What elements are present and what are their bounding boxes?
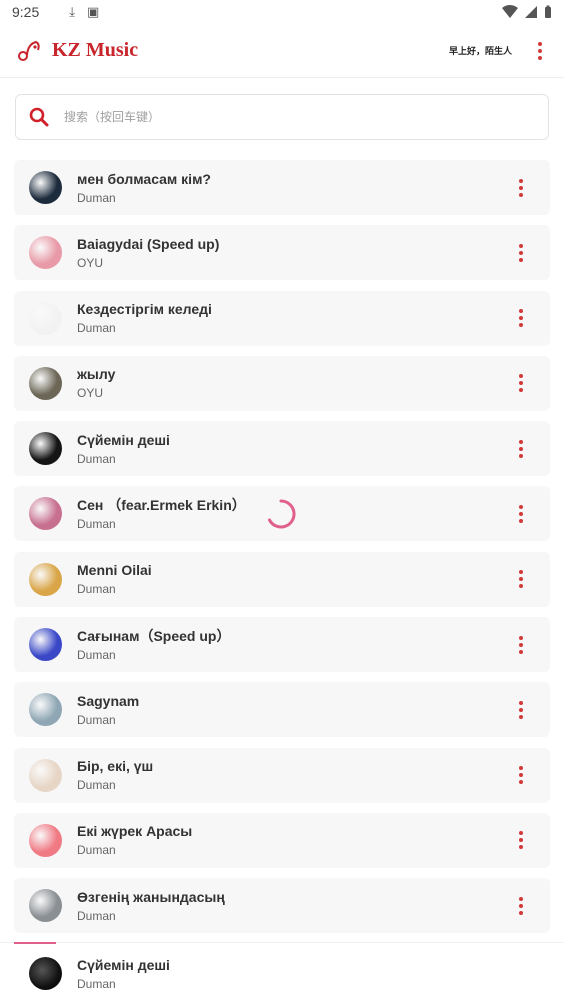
more-vertical-icon[interactable] <box>516 700 526 719</box>
playback-progress[interactable] <box>14 942 56 944</box>
song-item[interactable]: Baiagydai (Speed up) OYU <box>14 225 550 281</box>
album-cover <box>29 823 62 857</box>
album-cover <box>29 562 62 596</box>
album-cover <box>29 366 62 400</box>
song-title: Baiagydai (Speed up) <box>77 235 220 252</box>
now-playing-bar[interactable]: Сүйемін деші Duman <box>0 942 564 1004</box>
battery-icon <box>545 5 551 18</box>
song-item[interactable]: мен болмасам кім? Duman <box>14 160 550 215</box>
more-vertical-icon[interactable] <box>516 374 526 393</box>
song-item[interactable]: Сағынам（Speed up） Duman <box>14 617 550 673</box>
song-item[interactable]: Бір, екі, үш Duman <box>14 747 550 803</box>
song-title: Сүйемін деші <box>77 431 170 448</box>
download-icon: ⤓ <box>69 4 75 19</box>
album-cover <box>29 171 62 204</box>
album-cover <box>29 628 62 662</box>
music-logo-icon <box>18 40 40 61</box>
album-cover <box>29 693 62 727</box>
album-cover <box>29 758 62 792</box>
search-input[interactable] <box>64 110 504 124</box>
song-artist: Duman <box>77 582 116 597</box>
status-bar: 9:25 ⤓ ▣ <box>0 0 564 24</box>
song-artist: Duman <box>77 778 116 793</box>
a-icon: ▣ <box>87 4 100 19</box>
more-vertical-icon[interactable] <box>516 178 526 197</box>
more-vertical-icon[interactable] <box>516 504 526 523</box>
greeting-text: 早上好，陌生人 <box>448 46 512 56</box>
more-vertical-icon[interactable] <box>516 570 526 589</box>
song-item[interactable]: Сүйемін деші Duman <box>14 421 550 477</box>
wifi-icon <box>502 5 518 18</box>
song-artist: Duman <box>77 712 116 727</box>
song-artist: Duman <box>77 451 116 466</box>
search-box[interactable] <box>15 94 549 140</box>
song-artist: Duman <box>77 843 116 858</box>
album-cover <box>29 432 62 466</box>
song-artist: Duman <box>77 908 116 923</box>
now-playing-artist: Duman <box>77 976 116 991</box>
loading-spinner-icon <box>268 499 296 529</box>
song-artist: OYU <box>77 255 104 270</box>
song-title: Сен （fear.Ermek Erkin） <box>77 496 246 513</box>
song-artist: OYU <box>77 386 104 401</box>
more-vertical-icon[interactable] <box>516 635 526 654</box>
song-title: мен болмасам кім? <box>77 170 211 187</box>
app-title: KZ Music <box>52 39 139 61</box>
app-header: KZ Music 早上好，陌生人 <box>0 24 564 78</box>
song-artist: Duman <box>77 647 116 662</box>
search-icon[interactable] <box>28 106 50 128</box>
song-artist: Duman <box>77 190 116 205</box>
album-cover <box>29 497 62 531</box>
album-cover <box>29 236 62 270</box>
song-title: Menni Oilai <box>77 562 152 579</box>
song-title: Екі жүрек Арасы <box>77 823 193 840</box>
song-title: Кездестіргім келеді <box>77 301 212 318</box>
song-item[interactable]: Өзгенің жанындасың Duman <box>14 878 550 934</box>
signal-icon <box>525 6 537 18</box>
song-list: мен болмасам кім? Duman Baiagydai (Speed… <box>14 160 550 944</box>
song-artist: Duman <box>77 516 116 531</box>
song-artist: Duman <box>77 321 116 336</box>
more-vertical-icon[interactable] <box>516 309 526 328</box>
song-title: Sagynam <box>77 692 140 709</box>
song-item[interactable]: Екі жүрек Арасы Duman <box>14 812 550 868</box>
now-playing-title: Сүйемін деші <box>77 956 170 973</box>
song-item[interactable]: Sagynam Duman <box>14 682 550 738</box>
more-vertical-icon[interactable] <box>516 243 526 262</box>
more-vertical-icon[interactable] <box>516 439 526 458</box>
status-time: 9:25 <box>12 4 40 20</box>
song-item[interactable]: Кездестіргім келеді Duman <box>14 290 550 346</box>
more-vertical-icon[interactable] <box>516 896 526 915</box>
album-cover <box>29 889 62 923</box>
song-title: Өзгенің жанындасың <box>77 888 225 905</box>
more-vertical-icon[interactable] <box>532 39 548 63</box>
more-vertical-icon[interactable] <box>516 831 526 850</box>
song-title: Сағынам（Speed up） <box>77 627 231 644</box>
more-vertical-icon[interactable] <box>516 766 526 785</box>
song-title: жылу <box>77 366 116 383</box>
song-item[interactable]: Menni Oilai Duman <box>14 551 550 607</box>
now-playing-cover <box>29 957 62 990</box>
song-title: Бір, екі, үш <box>77 758 154 775</box>
album-cover <box>29 301 62 335</box>
song-item[interactable]: жылу OYU <box>14 355 550 411</box>
